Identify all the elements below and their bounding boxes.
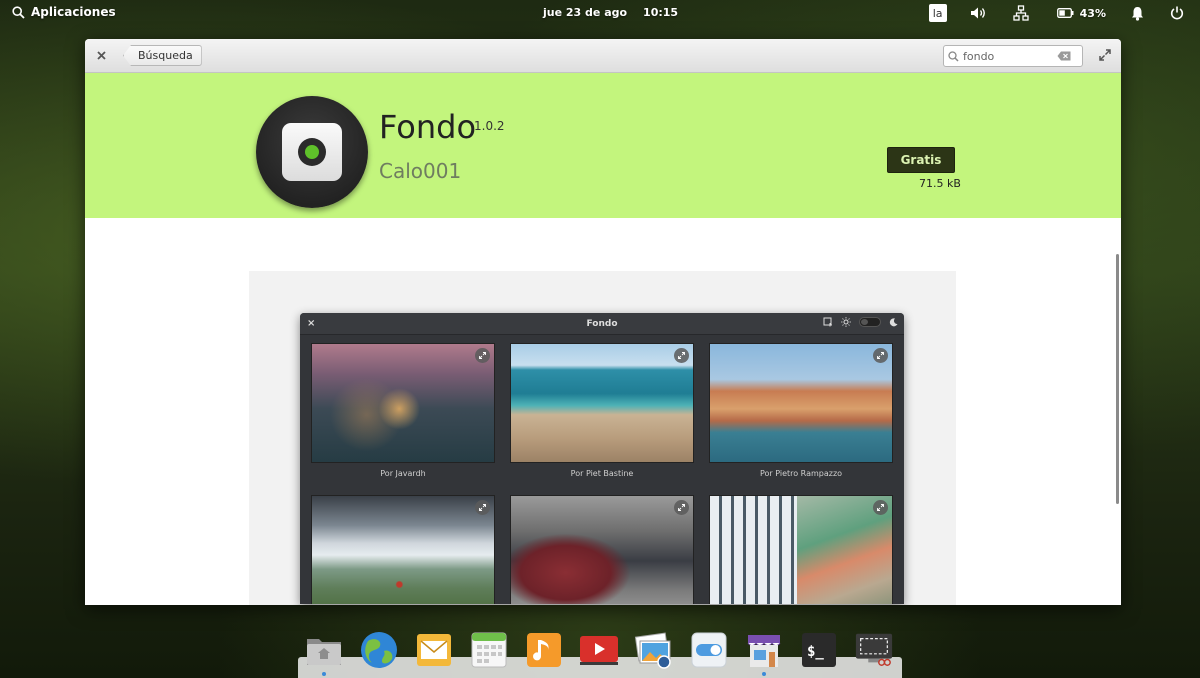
- expand-icon: [475, 500, 490, 515]
- app-banner: Fondo 1.0.2 Calo001 Gratis 71.5 kB: [85, 73, 1121, 218]
- headerbar: Búsqueda: [85, 39, 1121, 73]
- bell-icon: [1131, 6, 1143, 21]
- dock-videos[interactable]: [579, 630, 619, 670]
- app-size: 71.5 kB: [919, 177, 961, 190]
- video-icon: [580, 636, 618, 665]
- music-icon: [527, 633, 561, 667]
- dock-files[interactable]: [304, 630, 344, 676]
- dock-music[interactable]: [524, 630, 564, 670]
- dock-settings[interactable]: [689, 630, 729, 670]
- app-icon: [256, 96, 368, 208]
- app-name: Fondo: [379, 108, 477, 146]
- install-button[interactable]: Gratis: [887, 147, 955, 173]
- expand-icon: [475, 348, 490, 363]
- session-indicator[interactable]: [1168, 4, 1186, 22]
- search-field[interactable]: [943, 45, 1083, 67]
- dock-calendar[interactable]: [469, 630, 509, 670]
- date-text: jue 23 de ago: [543, 6, 628, 19]
- sun-icon: [841, 317, 851, 327]
- network-icon: [1013, 5, 1029, 21]
- notifications-indicator[interactable]: [1128, 4, 1146, 22]
- back-button[interactable]: Búsqueda: [123, 45, 202, 66]
- power-indicator[interactable]: 43%: [1056, 4, 1106, 22]
- expand-icon: [873, 348, 888, 363]
- expand-icon: [873, 500, 888, 515]
- appcenter-window: Búsqueda Fondo 1.0.2 Calo001 Gratis 71.5…: [85, 39, 1121, 605]
- terminal-icon: $_: [802, 633, 836, 667]
- clear-search-icon[interactable]: [1057, 51, 1071, 61]
- indicators: la 43%: [928, 4, 1186, 22]
- dock-browser[interactable]: [359, 630, 399, 670]
- window-close-button[interactable]: [93, 47, 109, 63]
- maximize-button[interactable]: [1097, 47, 1113, 63]
- search-icon: [12, 5, 25, 19]
- app-details: × Fondo Por Javardh Por Piet Bastine Por…: [85, 218, 1121, 605]
- scrollbar[interactable]: [1116, 254, 1119, 504]
- moon-icon: [889, 317, 898, 326]
- sound-indicator[interactable]: [969, 4, 989, 22]
- dock-photos[interactable]: [634, 630, 674, 670]
- dock: $_: [304, 630, 894, 676]
- network-indicator[interactable]: [1011, 4, 1031, 22]
- wallpaper-thumb-venice: [709, 343, 893, 463]
- applications-label: Aplicaciones: [31, 5, 116, 19]
- app-version: 1.0.2: [474, 119, 505, 133]
- photos-icon: [634, 632, 671, 669]
- wallpaper-caption: Por Pietro Rampazzo: [759, 469, 843, 478]
- wallpaper-thumb-mountain: [311, 495, 495, 604]
- search-input[interactable]: [963, 49, 1053, 63]
- set-wallpaper-icon: [823, 317, 832, 327]
- expand-icon: [674, 348, 689, 363]
- battery-percent: 43%: [1079, 6, 1106, 20]
- dock-screenshot[interactable]: [854, 630, 894, 670]
- datetime-indicator[interactable]: jue 23 de ago 10:15: [543, 6, 678, 19]
- close-icon: [96, 50, 106, 60]
- wallpaper-caption: Por Javardh: [380, 469, 426, 478]
- speaker-icon: [970, 7, 985, 19]
- dark-mode-switch: [859, 317, 881, 327]
- battery-icon: [1056, 8, 1074, 18]
- screenshot-window-title: Fondo: [586, 319, 618, 329]
- calendar-icon: [471, 632, 507, 668]
- svg-text:$_: $_: [807, 644, 824, 660]
- screenshot-image: × Fondo Por Javardh Por Piet Bastine Por…: [300, 313, 904, 604]
- appcenter-icon: [747, 635, 781, 667]
- screenshot-tools: [823, 317, 898, 327]
- files-icon: [307, 639, 341, 665]
- toggle-settings-icon: [691, 632, 727, 668]
- applications-menu[interactable]: Aplicaciones: [12, 5, 116, 19]
- expand-icon: [674, 500, 689, 515]
- camera-icon: [282, 123, 342, 181]
- wallpaper-thumb-bokeh: [311, 343, 495, 463]
- power-icon: [1170, 6, 1184, 20]
- wallpaper-caption: Por Piet Bastine: [570, 469, 634, 478]
- top-panel: Aplicaciones jue 23 de ago 10:15 la 43%: [0, 0, 1200, 26]
- mail-icon: [417, 634, 451, 666]
- wallpaper-thumb-buildings: [709, 495, 893, 604]
- dock-appcenter[interactable]: [744, 630, 784, 676]
- maximize-icon: [1099, 49, 1111, 61]
- search-icon: [948, 50, 959, 62]
- wallpaper-thumb-beach: [510, 343, 694, 463]
- screenshot-headerbar: × Fondo: [300, 313, 904, 335]
- wallpaper-thumb-backpack: [510, 495, 694, 604]
- time-text: 10:15: [643, 6, 679, 19]
- dock-mail[interactable]: [414, 630, 454, 670]
- screenshot-icon: [855, 633, 893, 666]
- dock-terminal[interactable]: $_: [799, 630, 839, 670]
- app-developer[interactable]: Calo001: [379, 159, 461, 183]
- globe-icon: [361, 632, 397, 668]
- keyboard-indicator[interactable]: la: [928, 4, 947, 22]
